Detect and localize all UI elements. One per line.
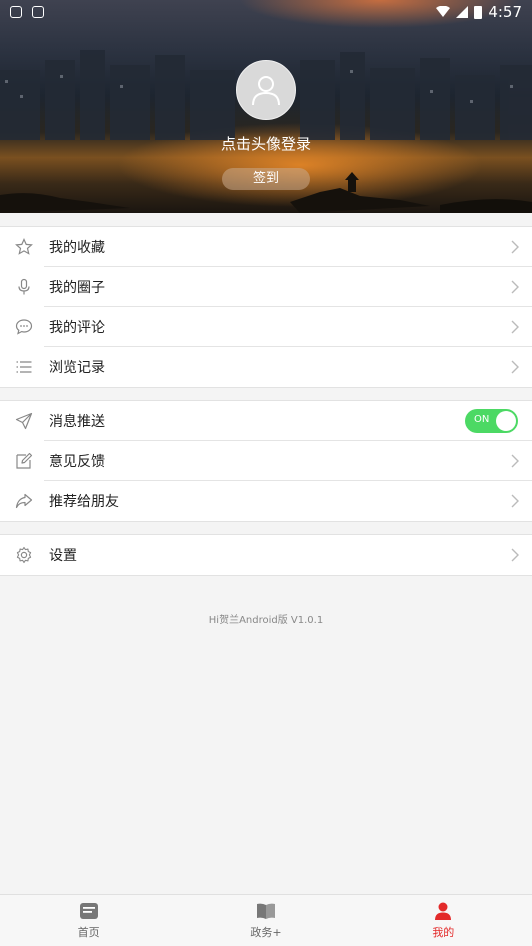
- menu-item-label: 意见反馈: [49, 454, 105, 470]
- menu-item-label: 我的收藏: [49, 240, 105, 256]
- tab-government[interactable]: 政务+: [177, 895, 354, 946]
- tab-label: 政务+: [250, 926, 282, 939]
- star-icon: [14, 238, 34, 256]
- list-icon: [14, 358, 34, 376]
- menu-item-feedback[interactable]: 意见反馈: [0, 441, 532, 481]
- push-notification-toggle[interactable]: ON: [465, 409, 518, 433]
- menu-item-recommend[interactable]: 推荐给朋友: [0, 481, 532, 521]
- tab-home[interactable]: 首页: [0, 895, 177, 946]
- login-prompt[interactable]: 点击头像登录: [0, 133, 532, 154]
- menu-group-settings: 消息推送 ON 意见反馈 推荐给朋友: [0, 400, 532, 522]
- status-time: 4:57: [488, 3, 522, 21]
- menu-item-label: 我的圈子: [49, 280, 105, 296]
- microphone-icon: [14, 278, 34, 296]
- menu-item-label: 我的评论: [49, 320, 105, 336]
- menu-item-push-notifications: 消息推送 ON: [0, 401, 532, 441]
- menu-group-system: 设置: [0, 534, 532, 576]
- menu-item-label: 浏览记录: [49, 360, 105, 376]
- news-icon: [79, 901, 99, 921]
- battery-icon: [474, 6, 483, 19]
- signal-icon: [456, 6, 469, 18]
- menu-item-history[interactable]: 浏览记录: [0, 347, 532, 387]
- app-notification-icon: [32, 6, 44, 18]
- avatar[interactable]: [236, 60, 296, 120]
- toggle-state-label: ON: [474, 414, 490, 425]
- send-icon: [14, 412, 34, 430]
- menu-item-comments[interactable]: 我的评论: [0, 307, 532, 347]
- status-bar: 4:57: [0, 0, 532, 24]
- gear-icon: [14, 546, 34, 564]
- person-icon: [433, 901, 453, 921]
- menu-item-label: 消息推送: [49, 414, 105, 430]
- tab-label: 首页: [77, 926, 100, 939]
- chevron-right-icon: [511, 494, 519, 508]
- chevron-right-icon: [511, 454, 519, 468]
- share-icon: [14, 492, 34, 510]
- chevron-right-icon: [511, 240, 519, 254]
- tab-label: 我的: [432, 926, 455, 939]
- tab-mine[interactable]: 我的: [355, 895, 532, 946]
- checkin-button[interactable]: 签到: [222, 168, 310, 190]
- book-icon: [256, 901, 276, 921]
- menu-item-circles[interactable]: 我的圈子: [0, 267, 532, 307]
- profile-header: 4:57 点击头像登录 签到: [0, 0, 532, 213]
- menu-item-settings[interactable]: 设置: [0, 535, 532, 575]
- menu-item-favorites[interactable]: 我的收藏: [0, 227, 532, 267]
- chevron-right-icon: [511, 548, 519, 562]
- version-text: Hi贺兰Android版 V1.0.1: [208, 615, 324, 626]
- wifi-icon: [436, 6, 451, 17]
- chevron-right-icon: [511, 360, 519, 374]
- chevron-right-icon: [511, 280, 519, 294]
- comment-icon: [14, 318, 34, 336]
- chevron-right-icon: [511, 320, 519, 334]
- edit-icon: [14, 452, 34, 470]
- menu-group-personal: 我的收藏 我的圈子 我的评论 浏览记录: [0, 226, 532, 388]
- toggle-knob: [496, 411, 516, 431]
- menu-item-label: 推荐给朋友: [49, 494, 119, 510]
- bottom-navigation: 首页 政务+ 我的: [0, 894, 532, 946]
- person-outline-icon: [252, 76, 280, 106]
- menu-item-label: 设置: [49, 548, 77, 564]
- shield-notification-icon: [10, 6, 22, 18]
